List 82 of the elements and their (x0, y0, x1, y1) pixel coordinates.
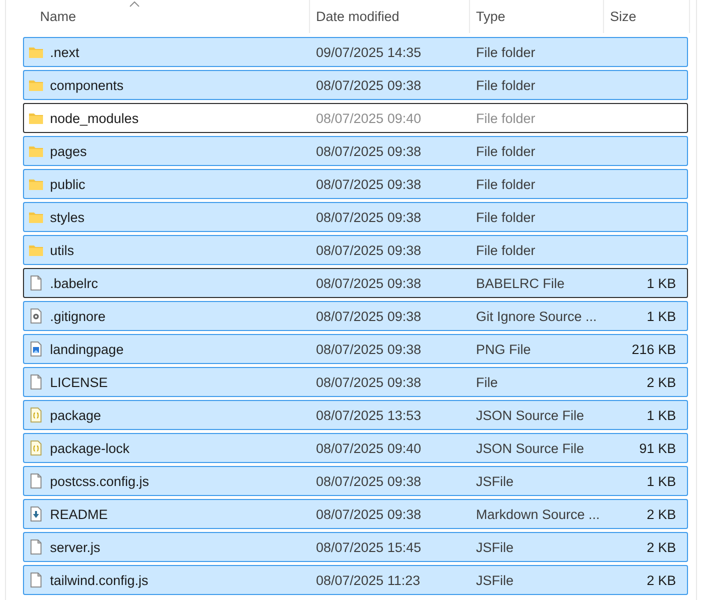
file-row[interactable]: node_modules 08/07/2025 09:40 File folder (23, 103, 688, 133)
file-name: .babelrc (50, 276, 100, 290)
file-name: postcss.config.js (50, 474, 150, 488)
file-type: JSFile (476, 540, 515, 554)
file-type: JSFile (476, 572, 515, 588)
file-row[interactable]: public 08/07/2025 09:38 File folder (23, 169, 688, 199)
file-type: Git Ignore Source ... (476, 308, 598, 324)
file-row[interactable]: components 08/07/2025 09:38 File folder (23, 70, 688, 100)
date-modified: 08/07/2025 11:23 (316, 572, 422, 588)
file-row[interactable]: tailwind.config.js 08/07/2025 11:23 JSFile 2 KB (23, 565, 688, 595)
file-name: styles (50, 210, 86, 224)
file-row[interactable]: utils 08/07/2025 09:38 File folder (23, 235, 688, 265)
file-row[interactable]: package 08/07/2025 13:53 JSON Source File 1 KB (23, 400, 688, 430)
file-type: Markdown Source ... (476, 506, 601, 522)
column-header[interactable]: Type (470, 0, 604, 33)
file-size: 2 KB (646, 540, 676, 554)
file-row[interactable]: README 08/07/2025 09:38 Markdown Source ... 2 KB (23, 499, 688, 529)
file-size: 1 KB (646, 308, 676, 324)
file-name: server.js (50, 540, 102, 554)
file-type: File folder (476, 176, 536, 192)
file-row[interactable]: package-lock 08/07/2025 09:40 JSON Source File 91 KB (23, 433, 688, 463)
file-name: landingpage (50, 342, 125, 356)
date-modified: 08/07/2025 09:38 (316, 374, 422, 390)
file-row[interactable]: styles 08/07/2025 09:38 File folder (23, 202, 688, 232)
file-type: File folder (476, 78, 536, 92)
file-type: JSON Source File (476, 408, 586, 422)
file-name: .gitignore (50, 308, 107, 324)
file-row[interactable]: .babelrc 08/07/2025 09:38 BABELRC File 1 KB (23, 268, 688, 298)
file-size: 1 KB (646, 408, 676, 422)
file-size: 2 KB (646, 374, 676, 390)
column-header[interactable]: Date modified (310, 0, 470, 33)
file-type: JSON Source File (476, 440, 586, 456)
file-name: public (50, 176, 86, 192)
date-modified: 08/07/2025 09:38 (316, 144, 422, 158)
file-name: tailwind.config.js (50, 572, 150, 588)
file-name: components (50, 78, 125, 92)
date-modified: 08/07/2025 09:40 (316, 110, 422, 126)
date-modified: 08/07/2025 09:38 (316, 276, 422, 290)
file-type: File folder (476, 144, 536, 158)
file-row[interactable]: .gitignore 08/07/2025 09:38 Git Ignore Source ... 1 KB (23, 301, 688, 331)
file-row[interactable]: postcss.config.js 08/07/2025 09:38 JSFile 1 KB (23, 466, 688, 496)
file-name: utils (50, 242, 76, 258)
file-type: PNG File (476, 342, 532, 356)
file-size: 1 KB (646, 276, 676, 290)
date-modified: 08/07/2025 09:38 (316, 78, 422, 92)
file-size: 2 KB (646, 506, 676, 522)
file-row[interactable]: LICENSE 08/07/2025 09:38 File 2 KB (23, 367, 688, 397)
column-header[interactable]: Size (604, 0, 690, 33)
file-name: pages (50, 144, 88, 158)
date-modified: 08/07/2025 09:40 (316, 440, 422, 456)
date-modified: 09/07/2025 14:35 (316, 44, 422, 60)
file-type: JSFile (476, 474, 515, 488)
file-size: 91 KB (639, 440, 676, 456)
date-modified: 08/07/2025 15:45 (316, 540, 422, 554)
date-modified: 08/07/2025 09:38 (316, 342, 422, 356)
file-type: File folder (476, 110, 536, 126)
date-modified: 08/07/2025 09:38 (316, 308, 422, 324)
file-type: File folder (476, 242, 536, 258)
file-size: 216 KB (632, 342, 676, 356)
date-modified: 08/07/2025 09:38 (316, 242, 422, 258)
column-header[interactable]: Name (6, 0, 310, 33)
date-modified: 08/07/2025 09:38 (316, 474, 422, 488)
date-modified: 08/07/2025 13:53 (316, 408, 422, 422)
file-size: 1 KB (646, 474, 676, 488)
date-modified: 08/07/2025 09:38 (316, 176, 422, 192)
file-row[interactable]: .next 09/07/2025 14:35 File folder (23, 37, 688, 67)
file-type: File folder (476, 44, 536, 60)
date-modified: 08/07/2025 09:38 (316, 210, 422, 224)
file-type: BABELRC File (476, 276, 566, 290)
file-row[interactable]: landingpage 08/07/2025 09:38 PNG File 216 KB (23, 334, 688, 364)
date-modified: 08/07/2025 09:38 (316, 506, 422, 522)
file-name: LICENSE (50, 374, 109, 390)
file-type: File folder (476, 210, 536, 224)
file-row[interactable]: server.js 08/07/2025 15:45 JSFile 2 KB (23, 532, 688, 562)
file-row[interactable]: pages 08/07/2025 09:38 File folder (23, 136, 688, 166)
file-type: File (476, 374, 499, 390)
file-name: .next (50, 44, 80, 60)
file-name: package (50, 408, 102, 422)
file-name: node_modules (50, 110, 140, 126)
file-size: 2 KB (646, 572, 676, 588)
file-name: README (50, 506, 109, 522)
file-name: package-lock (50, 440, 131, 456)
